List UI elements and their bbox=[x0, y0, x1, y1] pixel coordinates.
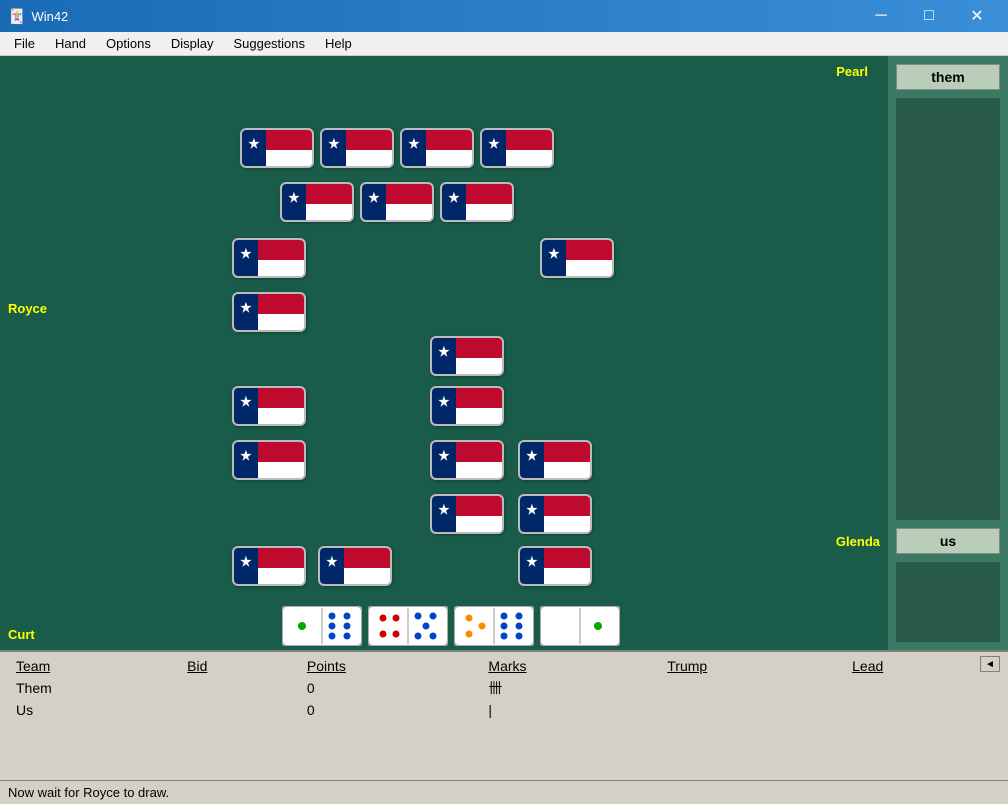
window-title: Win42 bbox=[31, 9, 68, 24]
tile-curt-3[interactable] bbox=[454, 606, 534, 646]
them-marks: 卌 bbox=[480, 676, 659, 700]
col-points: Points bbox=[299, 656, 481, 676]
tile-royce-5 bbox=[232, 546, 306, 586]
tile-pearl-2 bbox=[320, 128, 394, 168]
player-royce: Royce bbox=[8, 301, 47, 316]
tile-royce-6 bbox=[318, 546, 392, 586]
them-label: them bbox=[896, 64, 1000, 90]
tile-pearl-1 bbox=[240, 128, 314, 168]
tile-center-6 bbox=[518, 494, 592, 534]
them-bid bbox=[179, 676, 299, 700]
window-controls: ─ □ ✕ bbox=[858, 0, 1000, 32]
tile-curt-2[interactable] bbox=[368, 606, 448, 646]
tile-center-2 bbox=[430, 386, 504, 426]
score-table: Team Bid Points Marks Trump Lead Them 0 … bbox=[8, 656, 1000, 720]
title-bar: 🃏 Win42 ─ □ ✕ bbox=[0, 0, 1008, 32]
them-trump bbox=[659, 676, 844, 700]
menu-file[interactable]: File bbox=[4, 34, 45, 53]
tile-royce-4 bbox=[232, 440, 306, 480]
tile-curt-1[interactable] bbox=[282, 606, 362, 646]
menu-display[interactable]: Display bbox=[161, 34, 224, 53]
menu-bar: File Hand Options Display Suggestions He… bbox=[0, 32, 1008, 56]
minimize-button[interactable]: ─ bbox=[858, 0, 904, 32]
us-bid bbox=[179, 700, 299, 720]
score-row-us: Us 0 | bbox=[8, 700, 1000, 720]
tile-center-7 bbox=[518, 546, 592, 586]
tile-royce-2 bbox=[232, 292, 306, 332]
menu-options[interactable]: Options bbox=[96, 34, 161, 53]
close-button[interactable]: ✕ bbox=[954, 0, 1000, 32]
status-message: Now wait for Royce to draw. bbox=[8, 785, 169, 800]
us-label: us bbox=[896, 528, 1000, 554]
them-points: 0 bbox=[299, 676, 481, 700]
menu-suggestions[interactable]: Suggestions bbox=[223, 34, 315, 53]
col-trump: Trump bbox=[659, 656, 844, 676]
player-glenda: Glenda bbox=[836, 534, 880, 549]
score-row-them: Them 0 卌 bbox=[8, 676, 1000, 700]
maximize-button[interactable]: □ bbox=[906, 0, 952, 32]
them-lead bbox=[844, 676, 1000, 700]
side-panel: them us bbox=[888, 56, 1008, 650]
us-trump bbox=[659, 700, 844, 720]
menu-hand[interactable]: Hand bbox=[45, 34, 96, 53]
tile-pearl-6 bbox=[360, 182, 434, 222]
player-pearl: Pearl bbox=[836, 64, 868, 79]
them-team: Them bbox=[8, 676, 179, 700]
tile-glenda-1 bbox=[540, 238, 614, 278]
tile-center-5 bbox=[430, 494, 504, 534]
player-curt: Curt bbox=[8, 627, 35, 642]
us-lead bbox=[844, 700, 1000, 720]
status-bar: Now wait for Royce to draw. bbox=[0, 780, 1008, 804]
col-marks: Marks bbox=[480, 656, 659, 676]
us-team: Us bbox=[8, 700, 179, 720]
score-area: ◄ Team Bid Points Marks Trump Lead Them … bbox=[0, 650, 1008, 780]
tile-center-3 bbox=[430, 440, 504, 480]
app-icon: 🃏 bbox=[8, 8, 25, 25]
tile-royce-3 bbox=[232, 386, 306, 426]
tile-pearl-4 bbox=[480, 128, 554, 168]
us-points: 0 bbox=[299, 700, 481, 720]
scroll-button[interactable]: ◄ bbox=[980, 656, 1000, 672]
col-team: Team bbox=[8, 656, 179, 676]
tile-pearl-3 bbox=[400, 128, 474, 168]
us-marks: | bbox=[480, 700, 659, 720]
tile-pearl-5 bbox=[280, 182, 354, 222]
tile-center-1 bbox=[430, 336, 504, 376]
game-area: Pearl Royce Glenda Curt bbox=[0, 56, 888, 650]
tile-curt-4[interactable] bbox=[540, 606, 620, 646]
col-lead: Lead bbox=[844, 656, 1000, 676]
tile-center-4 bbox=[518, 440, 592, 480]
menu-help[interactable]: Help bbox=[315, 34, 362, 53]
tile-royce-1 bbox=[232, 238, 306, 278]
col-bid: Bid bbox=[179, 656, 299, 676]
tile-pearl-7 bbox=[440, 182, 514, 222]
